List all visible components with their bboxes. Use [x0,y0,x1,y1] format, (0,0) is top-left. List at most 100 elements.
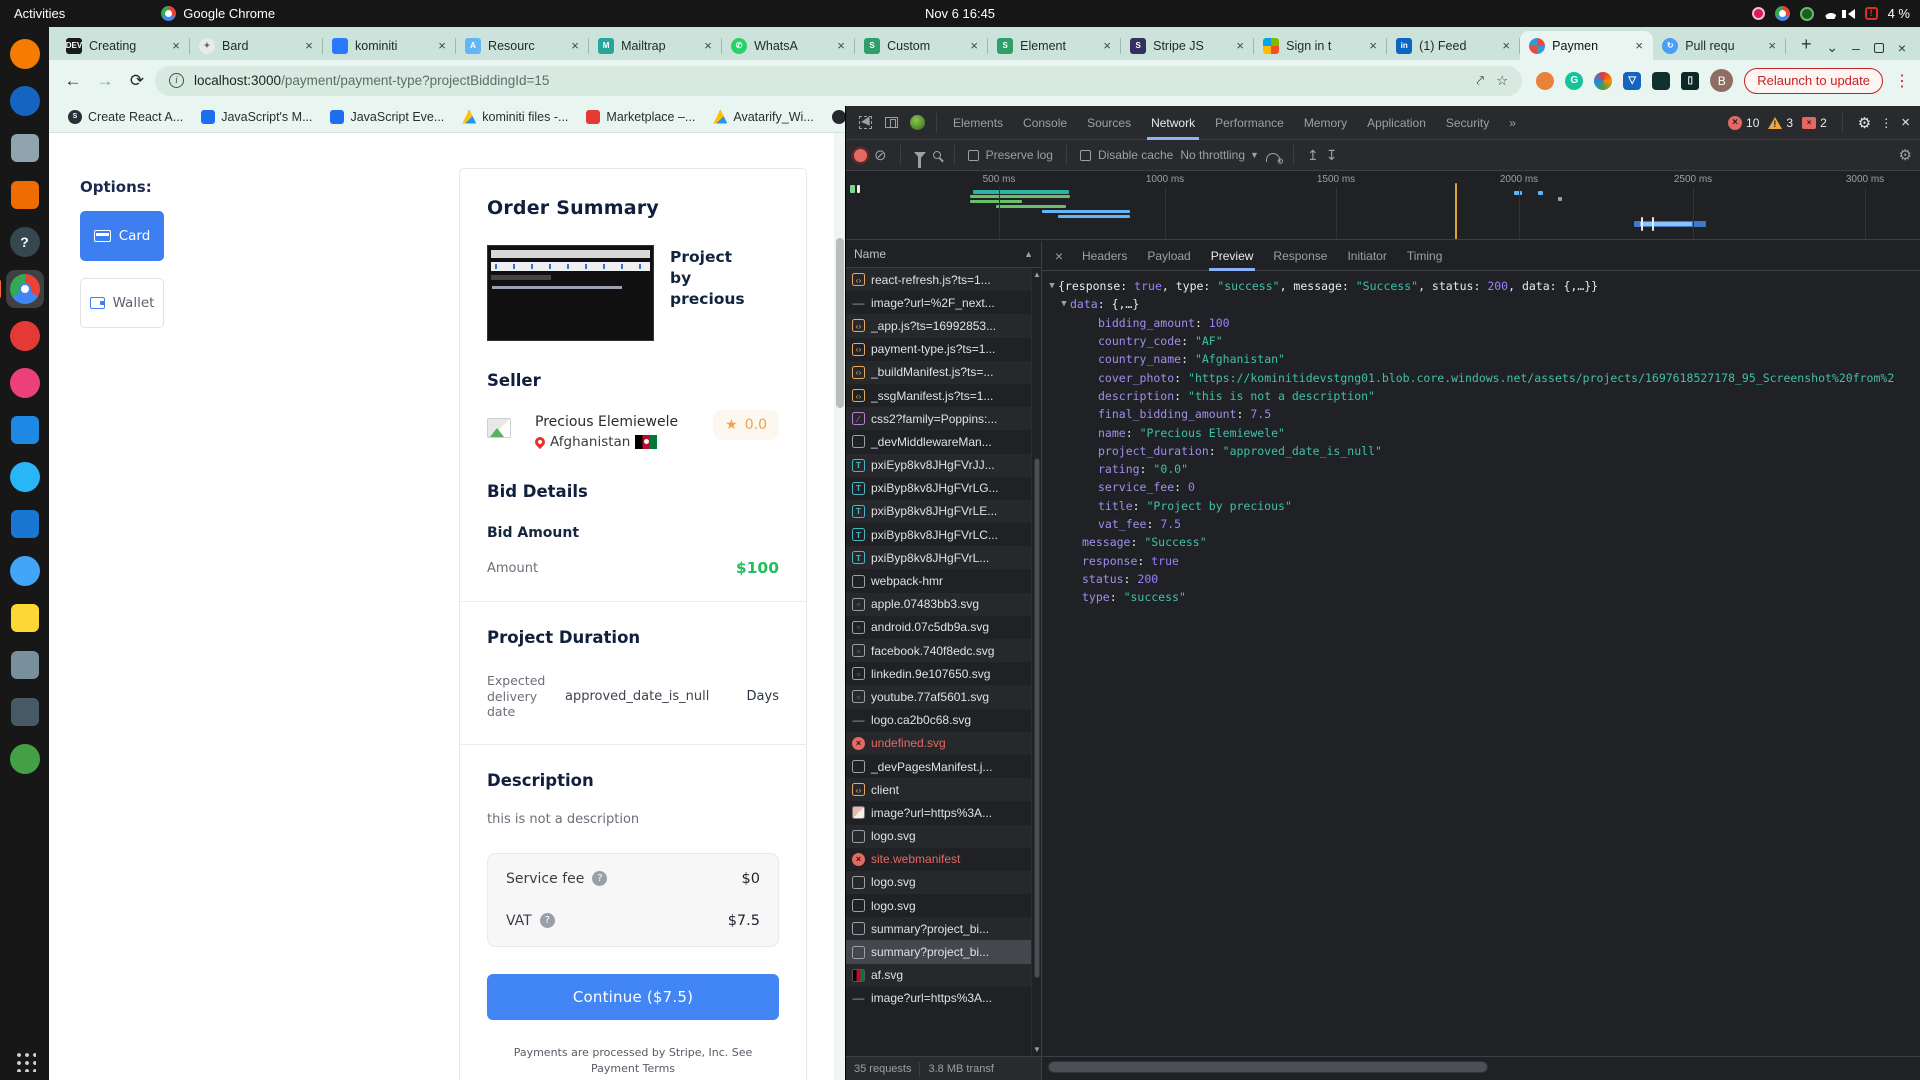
new-tab-button[interactable]: + [1792,30,1820,58]
clear-network-log-icon[interactable]: ⊘ [874,146,887,164]
bookmark-js-chip[interactable]: JavaScript's M... [194,107,319,127]
tab-close-icon[interactable]: × [1099,38,1115,54]
detail-tab-preview[interactable]: Preview [1201,241,1264,271]
export-har-icon[interactable] [1326,147,1338,164]
request-row[interactable]: af.svg [846,964,1041,987]
more-panels-button[interactable]: » [1499,116,1526,130]
dock-item-green-app[interactable] [6,740,44,778]
system-tray[interactable]: ! 4 % [1752,0,1910,27]
bookmark-star-icon[interactable]: ☆ [1496,73,1508,89]
restore-window-icon[interactable] [1874,43,1884,53]
tab-resourc[interactable]: AResourc× [456,31,589,60]
scroll-up-icon[interactable]: ▲ [1024,249,1033,259]
service-fee-help-icon[interactable]: ? [592,871,607,886]
dock-item-vscode[interactable] [6,505,44,543]
request-row[interactable]: ×site.webmanifest [846,848,1041,871]
request-row[interactable]: ▫youtube.77af5601.svg [846,685,1041,708]
detail-tab-initiator[interactable]: Initiator [1337,241,1396,271]
devtools-tab-security[interactable]: Security [1436,106,1499,140]
dock-item-thunderbird[interactable] [6,82,44,120]
request-row[interactable]: ▫facebook.740f8edc.svg [846,639,1041,662]
tab-close-icon[interactable]: × [966,38,982,54]
detail-tab-response[interactable]: Response [1263,241,1337,271]
request-row[interactable]: ×undefined.svg [846,732,1041,755]
devtools-tab-network[interactable]: Network [1141,106,1205,140]
horizontal-scrollbar-thumb[interactable] [1048,1061,1488,1073]
network-overview-timeline[interactable]: 500 ms1000 ms1500 ms2000 ms2500 ms3000 m… [846,171,1920,240]
request-row[interactable]: _devPagesManifest.j... [846,755,1041,778]
throttling-dropdown[interactable]: No throttling ▼ [1180,148,1259,162]
tab-close-icon[interactable]: × [1365,38,1381,54]
request-row[interactable]: ‹›client [846,778,1041,801]
request-row[interactable]: TpxiEyp8kv8JHgFVrJJ... [846,454,1041,477]
request-row[interactable]: logo.svg [846,894,1041,917]
tab-close-icon[interactable]: × [1631,38,1647,54]
request-row[interactable]: —image?url=%2F_next... [846,291,1041,314]
tab-close-icon[interactable]: × [1498,38,1514,54]
tab-sign-in-t[interactable]: Sign in t× [1254,31,1387,60]
import-har-icon[interactable] [1307,147,1319,164]
request-list-scrollbar[interactable]: ▲ ▼ [1031,268,1041,1056]
extension-icon[interactable] [1594,72,1612,90]
tab-close-icon[interactable]: × [567,38,583,54]
request-row[interactable]: TpxiByp8kv8JHgFVrL... [846,546,1041,569]
continue-button[interactable]: Continue ($7.5) [487,974,779,1020]
tab-creating[interactable]: DEVCreating× [57,31,190,60]
network-conditions-icon[interactable] [1266,153,1280,162]
json-preview-pane[interactable]: ▼{response: true, type: "success", messa… [1042,271,1920,1056]
preserve-log-checkbox[interactable] [968,150,979,161]
chrome-menu-icon[interactable]: ⋮ [1894,71,1910,91]
tab-close-icon[interactable]: × [434,38,450,54]
request-row[interactable]: summary?project_bi... [846,917,1041,940]
forward-button[interactable]: → [91,67,119,95]
request-row[interactable]: ‹›_app.js?ts=16992853... [846,314,1041,337]
record-network-log-button[interactable] [854,149,867,162]
page-scrollbar[interactable] [834,133,845,1080]
request-row[interactable]: webpack-hmr [846,569,1041,592]
expand-arrow-icon[interactable]: ▼ [1046,281,1058,291]
vat-help-icon[interactable]: ? [540,913,555,928]
request-row[interactable]: ‹›react-refresh.js?ts=1... [846,268,1041,291]
filter-icon[interactable] [914,152,926,159]
detail-tab-headers[interactable]: Headers [1072,241,1137,271]
inspect-element-icon[interactable] [852,111,878,135]
request-row[interactable]: image?url=https%3A... [846,801,1041,824]
bookmark-drive[interactable]: kominiti files -... [455,107,575,127]
device-toolbar-icon[interactable] [878,111,904,135]
dock-item-pink-app[interactable] [6,364,44,402]
request-row[interactable]: ‹›_ssgManifest.js?ts=1... [846,384,1041,407]
dock-item-system-monitor[interactable] [6,411,44,449]
back-button[interactable]: ← [59,67,87,95]
sidebar-extension-icon[interactable]: ▯ [1681,72,1699,90]
dock-item-media-app[interactable] [6,317,44,355]
tab-kominiti[interactable]: kominiti× [323,31,456,60]
page-scrollbar-thumb[interactable] [836,238,844,408]
request-row[interactable]: ▫apple.07483bb3.svg [846,593,1041,616]
dock-item-files[interactable] [6,129,44,167]
devtools-close-icon[interactable]: × [1901,114,1910,131]
tab-whatsa[interactable]: ✆WhatsA× [722,31,855,60]
bookmark-dark-circle[interactable]: SCreate React A... [61,107,190,127]
reload-button[interactable]: ⟳ [123,67,151,95]
tab-pull-requ[interactable]: ↻Pull requ× [1653,31,1786,60]
profile-avatar[interactable]: B [1710,69,1733,92]
tab-custom[interactable]: SCustom× [855,31,988,60]
expand-arrow-icon[interactable]: ▼ [1058,299,1070,309]
request-row[interactable]: —logo.ca2b0c68.svg [846,709,1041,732]
tab--1-feed[interactable]: in(1) Feed× [1387,31,1520,60]
dock-item-documents-app[interactable] [6,599,44,637]
bookmark-drive[interactable]: Avatarify_Wi... [706,107,820,127]
tab-bard[interactable]: ✦Bard× [190,31,323,60]
dock-item-software-store[interactable] [6,176,44,214]
dock-item-extensions-app[interactable] [6,693,44,731]
console-warnings-badge[interactable]: 3 [1768,116,1793,130]
detail-horizontal-scrollbar[interactable] [1042,1057,1920,1080]
request-row[interactable]: logo.svg [846,871,1041,894]
devtools-tab-memory[interactable]: Memory [1294,106,1357,140]
tab-paymen[interactable]: Paymen× [1520,31,1653,60]
detail-tab-timing[interactable]: Timing [1397,241,1453,271]
puzzle-extension-icon[interactable] [1652,72,1670,90]
url-bar[interactable]: i localhost:3000/payment/payment-type?pr… [155,66,1522,96]
share-icon[interactable]: ⤤ [1477,73,1485,89]
grammarly-icon[interactable]: G [1565,72,1583,90]
